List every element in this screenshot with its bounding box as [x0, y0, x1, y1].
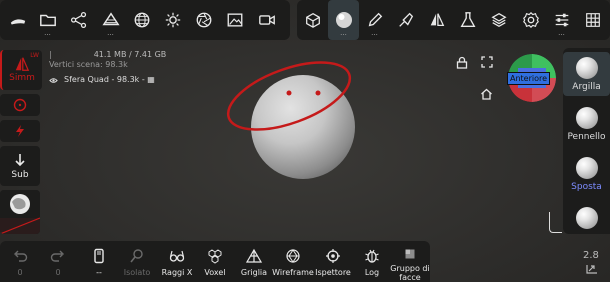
gear-icon[interactable] — [515, 0, 546, 40]
device-button[interactable]: -- — [86, 243, 112, 282]
redo-icon — [50, 250, 64, 262]
voxel-button[interactable]: Voxel — [200, 243, 230, 282]
inspector-label: Ispettore — [315, 268, 351, 277]
brush-icon[interactable] — [390, 0, 421, 40]
isolate-icon — [130, 249, 143, 263]
lightning-icon — [16, 125, 24, 137]
active-object[interactable]: Sfera Quad - 98.3k - ▦ — [49, 75, 166, 85]
radius-button[interactable] — [0, 94, 40, 116]
pencil-icon[interactable]: ... — [359, 0, 390, 40]
grid-icon[interactable] — [577, 0, 608, 40]
intensity-button[interactable] — [0, 120, 40, 142]
sub-button[interactable]: Sub — [0, 146, 40, 186]
lock-icon[interactable] — [456, 56, 468, 69]
material-extra[interactable] — [563, 202, 610, 234]
symmetry-dot-left — [286, 90, 292, 96]
cube-transform-icon[interactable] — [297, 0, 328, 40]
voxel-label: Voxel — [204, 268, 226, 277]
fullscreen-icon[interactable] — [481, 56, 493, 68]
info-prefix: | — [49, 50, 52, 59]
sculpt-viewport[interactable] — [0, 0, 610, 282]
alpha-texture-icon — [0, 190, 40, 234]
phone-icon — [94, 248, 104, 264]
material-sposta[interactable]: Sposta — [563, 152, 610, 196]
symmetry-label: Simm — [9, 73, 35, 83]
symmetry-icon[interactable] — [421, 0, 452, 40]
clay-sphere-icon — [575, 56, 598, 79]
undo-button[interactable]: 0 — [8, 243, 32, 282]
face-group-button[interactable]: Gruppo di facce — [390, 243, 430, 282]
scene-info: | 41.1 MB / 7.41 GB Vertici scena: 98.3k … — [49, 50, 166, 85]
redo-button[interactable]: 0 — [45, 243, 71, 282]
eye-icon[interactable] — [49, 77, 58, 84]
sun-icon[interactable] — [157, 0, 188, 40]
symmetry-icon — [15, 57, 30, 71]
material-label: Argilla — [572, 81, 601, 92]
grid-button[interactable]: Griglia — [238, 243, 270, 282]
material-pennello[interactable]: Pennello — [563, 102, 610, 146]
material-sphere-icon[interactable]: ... — [328, 0, 359, 40]
symmetry-badge: LW — [30, 52, 39, 59]
material-panel: Argilla Pennello Sposta — [563, 48, 610, 234]
material-label: Sposta — [571, 181, 602, 192]
top-toolbar-right: ... ... ... — [297, 0, 610, 40]
undo-icon — [14, 250, 28, 262]
log-button[interactable]: Log — [360, 243, 384, 282]
sliders-icon[interactable]: ... — [546, 0, 577, 40]
inspector-icon — [326, 249, 340, 263]
panel-resize-handle[interactable] — [549, 212, 562, 233]
share-nodes-icon[interactable] — [63, 0, 94, 40]
object-name: Sfera Quad - 98.3k - ▦ — [64, 75, 155, 84]
move-sphere-icon — [575, 156, 598, 179]
aperture-icon[interactable] — [188, 0, 219, 40]
device-label: -- — [96, 268, 102, 277]
version-label: 2.8 — [583, 250, 599, 261]
bottom-toolbar: 0 0 -- Isolato Raggi X Voxel Griglia Wir… — [0, 241, 430, 282]
undo-count: 0 — [17, 268, 23, 277]
home-icon[interactable] — [480, 88, 493, 100]
memory-usage: 41.1 MB / 7.41 GB — [93, 50, 167, 59]
scale-cursor-icon[interactable] — [585, 263, 599, 275]
material-argilla[interactable]: Argilla — [563, 52, 610, 96]
face-group-label: Gruppo di facce — [390, 264, 430, 282]
log-label: Log — [364, 268, 380, 277]
isolate-button[interactable]: Isolato — [120, 243, 154, 282]
layers-icon[interactable] — [483, 0, 514, 40]
bug-icon — [365, 249, 379, 263]
face-group-icon — [405, 249, 415, 259]
wireframe-button[interactable]: Wireframe — [272, 243, 314, 282]
xray-glasses-icon — [169, 250, 185, 262]
sculpt-sphere[interactable] — [0, 0, 610, 282]
top-toolbar-left: ... ... — [0, 0, 290, 40]
brush-stroke-icon[interactable] — [2, 0, 33, 40]
scene-vertices: Vertici scena: 98.3k — [49, 60, 128, 69]
symmetry-toggle[interactable]: LW Simm — [0, 50, 42, 90]
isolate-label: Isolato — [123, 268, 151, 277]
flask-icon[interactable] — [452, 0, 483, 40]
voxel-icon — [208, 249, 222, 264]
wireframe-icon — [286, 249, 300, 263]
grid-triangle-icon — [246, 248, 262, 263]
extra-sphere-icon — [575, 207, 598, 229]
wireframe-label: Wireframe — [272, 268, 314, 277]
arrow-down-icon — [15, 153, 25, 166]
material-label: Pennello — [567, 131, 606, 142]
alpha-preview[interactable] — [0, 190, 40, 234]
xray-button[interactable]: Raggi X — [160, 243, 194, 282]
brush-sphere-icon — [575, 106, 598, 129]
xray-label: Raggi X — [161, 268, 193, 277]
sub-label: Sub — [11, 169, 29, 180]
layers-stack-icon[interactable]: ... — [95, 0, 126, 40]
video-camera-icon[interactable] — [251, 0, 282, 40]
grid-label: Griglia — [240, 268, 268, 277]
redo-count: 0 — [55, 268, 61, 277]
folder-icon[interactable]: ... — [32, 0, 63, 40]
radius-circle-icon — [13, 98, 27, 112]
image-icon[interactable] — [219, 0, 250, 40]
symmetry-dot-right — [315, 90, 321, 96]
inspector-button[interactable]: Ispettore — [314, 243, 352, 282]
gizmo-face-label[interactable]: Anteriore — [507, 72, 551, 85]
globe-grid-icon[interactable] — [126, 0, 157, 40]
